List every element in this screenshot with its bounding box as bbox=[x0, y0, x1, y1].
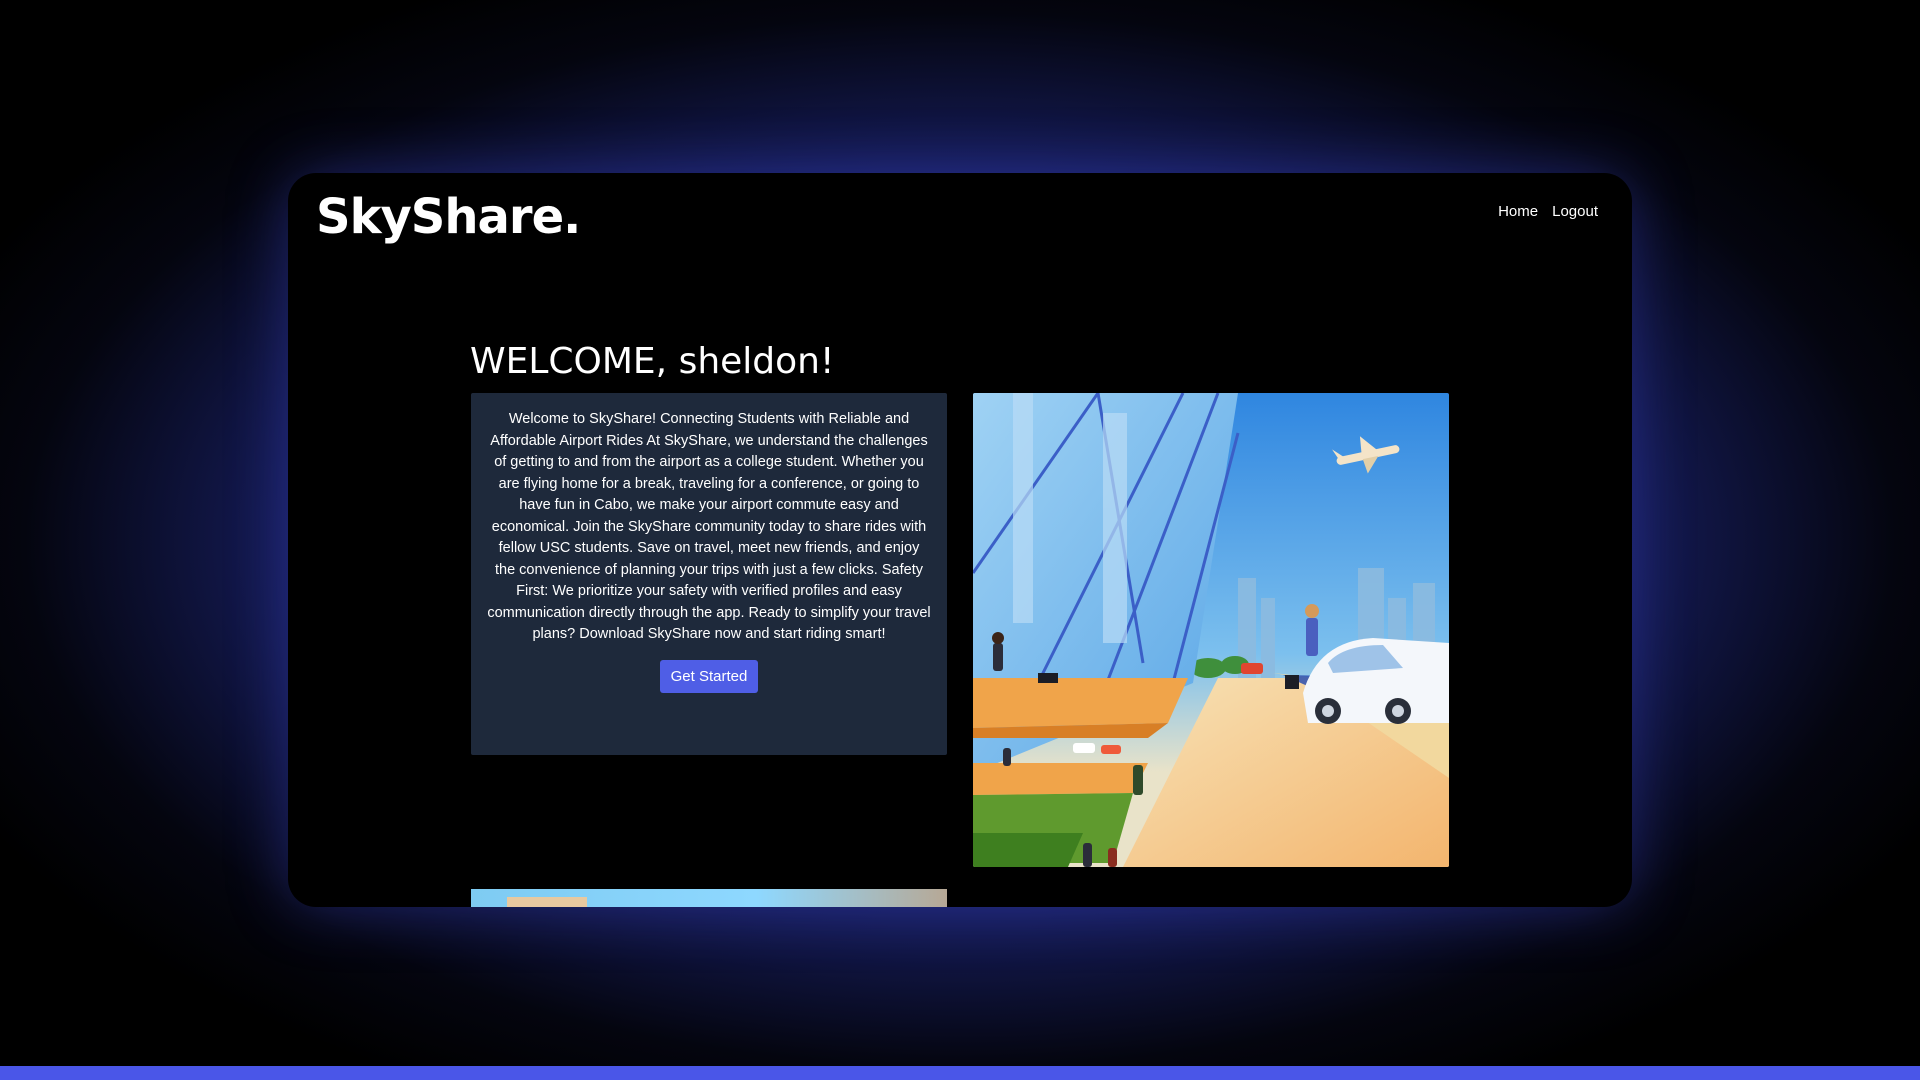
welcome-card: Welcome to SkyShare! Connecting Students… bbox=[471, 393, 947, 755]
airport-illustration bbox=[973, 393, 1449, 867]
page-title: WELCOME, sheldon! bbox=[470, 341, 835, 382]
nav-logout-link[interactable]: Logout bbox=[1552, 203, 1598, 220]
illustration-shape bbox=[507, 897, 587, 907]
welcome-text: Welcome to SkyShare! Connecting Students… bbox=[487, 411, 931, 642]
app-window: SkyShare. Home Logout WELCOME, sheldon! … bbox=[288, 173, 1632, 907]
bottom-accent-bar bbox=[0, 1066, 1920, 1080]
secondary-illustration-peek bbox=[471, 889, 947, 907]
get-started-button[interactable]: Get Started bbox=[659, 659, 759, 693]
logo[interactable]: SkyShare. bbox=[316, 189, 581, 245]
top-nav: Home Logout bbox=[1498, 203, 1598, 220]
nav-home-link[interactable]: Home bbox=[1498, 203, 1538, 220]
